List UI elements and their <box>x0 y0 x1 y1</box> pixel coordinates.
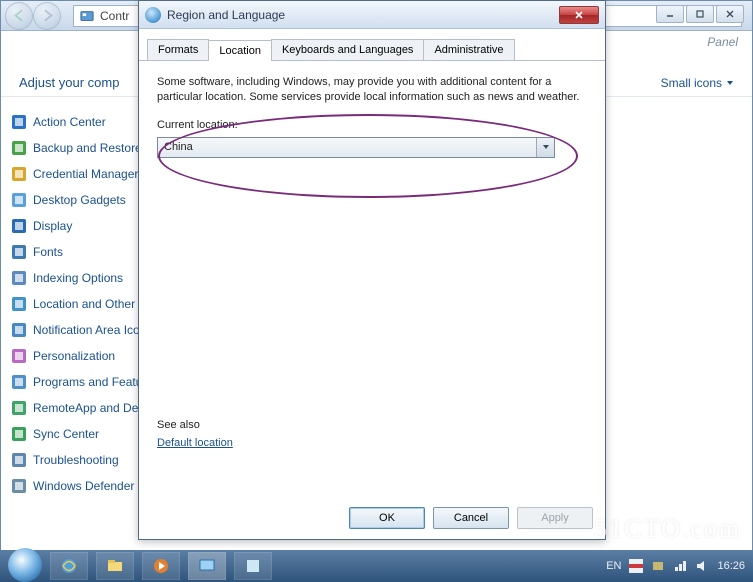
current-location-dropdown[interactable]: China <box>157 137 555 158</box>
cp-item-label: Troubleshooting <box>33 453 119 467</box>
cp-item-label: Credential Manager <box>33 167 138 181</box>
see-also-section: See also Default location <box>157 419 233 449</box>
cp-item-icon <box>11 218 27 234</box>
forward-button[interactable] <box>33 2 61 30</box>
cp-item-icon <box>11 400 27 416</box>
tab-location[interactable]: Location <box>208 40 272 61</box>
tab-administrative[interactable]: Administrative <box>423 39 514 60</box>
dropdown-button[interactable] <box>536 138 554 157</box>
dialog-close-button[interactable] <box>559 6 599 24</box>
cp-item-label: Desktop Gadgets <box>33 193 126 207</box>
cp-item-icon <box>11 478 27 494</box>
taskbar-media-icon[interactable] <box>142 552 180 580</box>
see-also-label: See also <box>157 419 233 431</box>
cp-item-icon <box>11 140 27 156</box>
cp-item-icon <box>11 452 27 468</box>
address-text1: Contr <box>100 9 129 23</box>
page-title: Adjust your comp <box>19 75 119 90</box>
window-chrome-buttons <box>656 5 744 23</box>
cp-item-label: Location and Other <box>33 297 135 311</box>
cp-item-icon <box>11 348 27 364</box>
tab-strip: FormatsLocationKeyboards and LanguagesAd… <box>139 29 605 61</box>
chevron-down-icon <box>726 79 734 87</box>
cp-item-label: Fonts <box>33 245 63 259</box>
cp-item-icon <box>11 322 27 338</box>
cp-item-icon <box>11 270 27 286</box>
tab-formats[interactable]: Formats <box>147 39 209 60</box>
default-location-link[interactable]: Default location <box>157 437 233 449</box>
tab-content-location: Some software, including Windows, may pr… <box>139 61 605 491</box>
clock[interactable]: 16:26 <box>717 560 745 572</box>
system-tray: EN 16:26 <box>606 559 745 573</box>
current-location-label: Current location: <box>157 119 587 131</box>
dialog-title: Region and Language <box>167 8 285 22</box>
minimize-button[interactable] <box>656 5 684 23</box>
dialog-titlebar: Region and Language <box>139 1 605 29</box>
cp-item-icon <box>11 166 27 182</box>
cp-item-icon <box>11 192 27 208</box>
flag-icon[interactable] <box>629 559 643 573</box>
current-location-value: China <box>164 141 193 153</box>
cp-item-label: Windows Defender <box>33 479 134 493</box>
tab-keyboards-and-languages[interactable]: Keyboards and Languages <box>271 39 425 60</box>
truncated-panel-label: Panel <box>707 35 738 49</box>
control-panel-icon <box>80 9 94 23</box>
cp-item-label: Backup and Restore <box>33 141 142 155</box>
network-icon[interactable] <box>673 559 687 573</box>
taskbar-explorer-icon[interactable] <box>96 552 134 580</box>
dialog-buttons: OK Cancel Apply <box>349 507 593 529</box>
cp-item-icon <box>11 426 27 442</box>
cp-item-label: RemoteApp and Des <box>33 401 144 415</box>
view-by-dropdown[interactable]: Small icons <box>661 76 734 90</box>
back-button[interactable] <box>5 2 33 30</box>
apply-button[interactable]: Apply <box>517 507 593 529</box>
cp-item-label: Action Center <box>33 115 106 129</box>
cp-item-label: Sync Center <box>33 427 99 441</box>
cp-item-label: Indexing Options <box>33 271 123 285</box>
cp-item-label: Personalization <box>33 349 115 363</box>
cancel-button[interactable]: Cancel <box>433 507 509 529</box>
cp-item-icon <box>11 244 27 260</box>
ok-button[interactable]: OK <box>349 507 425 529</box>
taskbar-app-icon[interactable] <box>234 552 272 580</box>
volume-icon[interactable] <box>695 559 709 573</box>
cp-item-label: Display <box>33 219 72 233</box>
taskbar-active-app[interactable] <box>188 552 226 580</box>
taskbar-ie-icon[interactable] <box>50 552 88 580</box>
location-description: Some software, including Windows, may pr… <box>157 75 587 105</box>
cp-item-label: Notification Area Ico <box>33 323 140 337</box>
start-button[interactable] <box>8 548 42 582</box>
cp-item-label: Programs and Featu <box>33 375 142 389</box>
globe-icon <box>145 7 161 23</box>
taskbar: EN 16:26 <box>0 550 753 582</box>
window-close-button[interactable] <box>716 5 744 23</box>
language-indicator[interactable]: EN <box>606 560 621 572</box>
tray-icon[interactable] <box>651 559 665 573</box>
cp-item-icon <box>11 114 27 130</box>
view-by-value: Small icons <box>661 76 722 90</box>
maximize-button[interactable] <box>686 5 714 23</box>
cp-item-icon <box>11 374 27 390</box>
region-language-dialog: Region and Language FormatsLocationKeybo… <box>138 0 606 540</box>
chevron-down-icon <box>542 143 550 151</box>
cp-item-icon <box>11 296 27 312</box>
